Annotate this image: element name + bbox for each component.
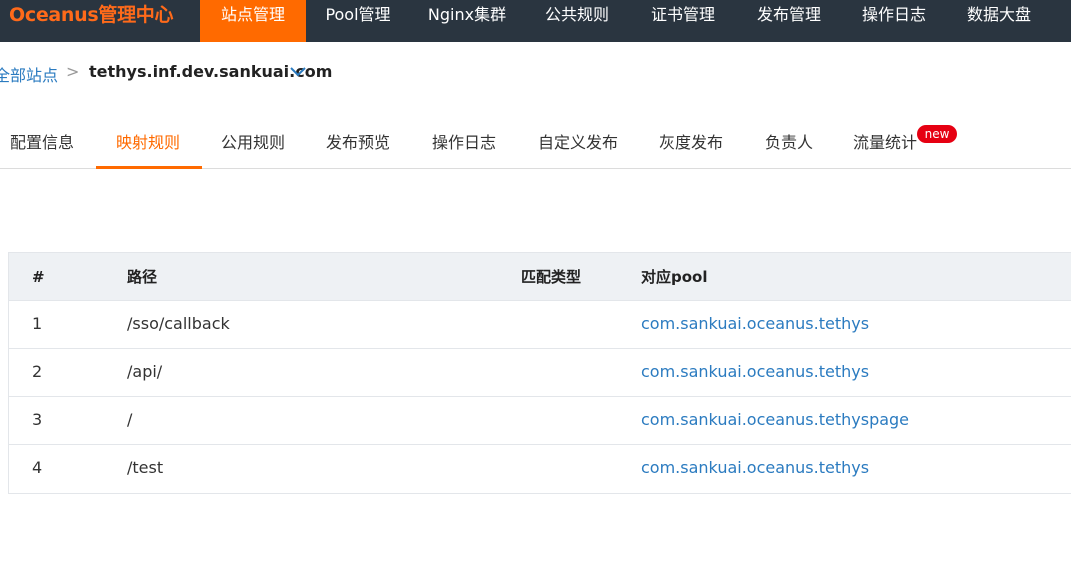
table-row: 4 /test com.sankuai.oceanus.tethys [9,445,1071,493]
mapping-rules-table: # 路径 匹配类型 对应pool 1 /sso/callback com.san… [8,252,1071,494]
column-header-pool: 对应pool [641,268,708,286]
tab-traffic-stats[interactable]: 流量统计 [853,128,917,169]
new-badge: new [917,125,957,143]
brand-logo[interactable]: Oceanus管理中心 [0,0,173,42]
row-path: / [127,410,133,429]
nav-item-pool-management[interactable]: Pool管理 [306,0,410,42]
top-navbar: Oceanus管理中心 站点管理 Pool管理 Nginx集群 公共规则 证书管… [0,0,1071,42]
table-row: 1 /sso/callback com.sankuai.oceanus.teth… [9,301,1071,349]
nav-item-nginx-cluster[interactable]: Nginx集群 [412,0,522,42]
row-index: 1 [32,314,43,333]
tab-gray-release[interactable]: 灰度发布 [659,128,723,169]
site-tabs: 配置信息 映射规则 公用规则 发布预览 操作日志 自定义发布 灰度发布 负责人 … [0,128,1071,169]
nav-item-release-management[interactable]: 发布管理 [736,0,842,42]
row-index: 2 [32,362,43,381]
row-path: /sso/callback [127,314,230,333]
row-pool-link[interactable]: com.sankuai.oceanus.tethyspage [641,397,909,443]
column-header-match-type: 匹配类型 [521,268,582,286]
tab-custom-release[interactable]: 自定义发布 [538,128,618,169]
tab-operation-log[interactable]: 操作日志 [432,128,496,169]
breadcrumb-separator: > [66,62,80,81]
table-row: 2 /api/ com.sankuai.oceanus.tethys [9,349,1071,397]
row-index: 4 [32,458,43,477]
row-pool-link[interactable]: com.sankuai.oceanus.tethys [641,349,869,395]
chevron-down-icon[interactable] [289,66,307,78]
row-path: /api/ [127,362,163,381]
nav-item-operation-log[interactable]: 操作日志 [842,0,946,42]
nav-item-data-dashboard[interactable]: 数据大盘 [946,0,1052,42]
row-index: 3 [32,410,43,429]
nav-item-site-management[interactable]: 站点管理 [200,0,306,42]
tab-mapping-rules[interactable]: 映射规则 [116,128,180,169]
row-path: /test [127,458,164,477]
tab-release-preview[interactable]: 发布预览 [326,128,390,169]
tab-owner[interactable]: 负责人 [765,128,813,169]
table-header: # 路径 匹配类型 对应pool [9,253,1071,301]
nav-item-public-rules[interactable]: 公共规则 [524,0,630,42]
breadcrumb-all-sites[interactable]: 全部站点 [0,62,58,86]
row-pool-link[interactable]: com.sankuai.oceanus.tethys [641,301,869,347]
tab-shared-rules[interactable]: 公用规则 [221,128,285,169]
row-pool-link[interactable]: com.sankuai.oceanus.tethys [641,445,869,491]
nav-item-cert-management[interactable]: 证书管理 [630,0,736,42]
active-tab-indicator [96,166,202,169]
column-header-index: # [32,268,45,286]
table-row: 3 / com.sankuai.oceanus.tethyspage [9,397,1071,445]
tab-config-info[interactable]: 配置信息 [10,128,74,169]
column-header-path: 路径 [127,268,158,286]
